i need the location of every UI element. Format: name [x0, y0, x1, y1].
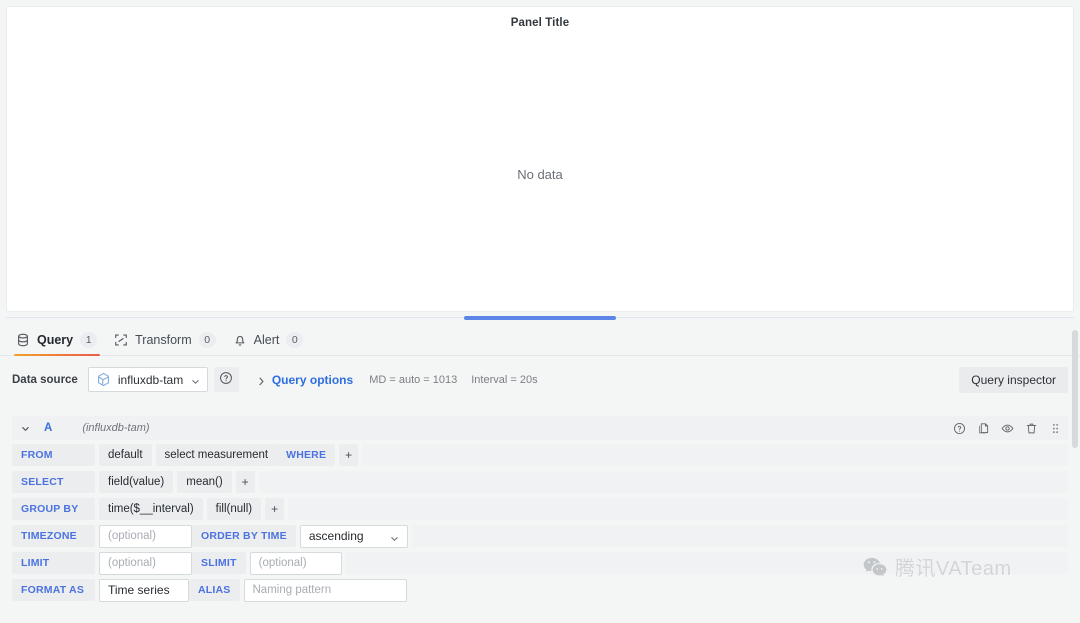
tab-alert[interactable]: Alert 0 [229, 325, 317, 355]
panel-resize-splitter[interactable] [6, 313, 1074, 323]
limit-row-filler [345, 552, 1068, 574]
where-add-button[interactable]: + [339, 444, 359, 466]
tab-transform-label: Transform [135, 333, 192, 347]
slimit-input[interactable] [249, 551, 342, 575]
tab-query-count: 1 [80, 332, 98, 348]
query-options-label: Query options [271, 372, 354, 387]
query-row-header: A (influxdb-tam) [12, 416, 1068, 440]
chevron-down-icon [390, 532, 399, 541]
timezone-input[interactable] [99, 524, 192, 548]
query-help-icon[interactable] [953, 422, 966, 435]
from-policy-segment[interactable]: default [99, 444, 152, 466]
grafana-panel-editor: Panel Title No data Query 1 Transform 0 … [0, 0, 1080, 623]
collapse-chevron-icon[interactable] [16, 419, 34, 437]
group-by-label: GROUP BY [12, 498, 95, 520]
editor-tabs: Query 1 Transform 0 Alert 0 [0, 325, 1080, 356]
group-by-row-filler [288, 498, 1068, 520]
editor-scrollbar-track[interactable] [1072, 330, 1078, 618]
tab-alert-count: 0 [286, 332, 304, 348]
tab-query[interactable]: Query 1 [12, 325, 110, 356]
select-function-segment[interactable]: mean() [177, 471, 232, 493]
eye-icon[interactable] [1001, 422, 1014, 435]
editor-row-select: SELECT field(value) mean() + [12, 471, 1068, 493]
chevron-down-icon [191, 375, 200, 384]
limit-input[interactable] [99, 551, 192, 575]
alias-label: ALIAS [189, 579, 240, 601]
editor-row-format-as: FORMAT AS Time series ALIAS [12, 578, 1068, 602]
group-by-fill-segment[interactable]: fill(null) [206, 498, 262, 520]
select-add-button[interactable]: + [235, 471, 255, 493]
splitter-grab-handle[interactable] [464, 316, 616, 320]
chevron-right-icon [257, 374, 266, 386]
duplicate-icon[interactable] [977, 422, 990, 435]
editor-scrollbar-thumb[interactable] [1072, 330, 1078, 448]
query-datasource-note: (influxdb-tam) [82, 422, 150, 434]
panel-preview: Panel Title No data [6, 6, 1074, 312]
tab-transform-count: 0 [198, 332, 216, 348]
drag-handle-icon[interactable] [1049, 422, 1062, 435]
influxdb-logo-icon [96, 372, 111, 387]
group-by-add-button[interactable]: + [265, 498, 285, 520]
bell-icon [233, 333, 247, 347]
group-by-time-segment[interactable]: time($__interval) [99, 498, 203, 520]
order-by-time-select[interactable]: ascending [299, 524, 408, 548]
query-row-actions [953, 422, 1062, 435]
timezone-row-filler [411, 525, 1068, 547]
query-inspector-button[interactable]: Query inspector [959, 366, 1068, 393]
query-options-max-data-points: MD = auto = 1013 [369, 373, 458, 386]
select-field-segment[interactable]: field(value) [99, 471, 174, 493]
datasource-toolbar: Data source influxdb-tam Query options M… [0, 366, 1080, 393]
panel-title: Panel Title [510, 17, 570, 29]
select-label: SELECT [12, 471, 95, 493]
from-measurement-segment[interactable]: select measurement [155, 444, 278, 466]
datasource-label: Data source [12, 373, 78, 386]
query-options-toggle[interactable]: Query options [257, 373, 353, 387]
query-row-a: A (influxdb-tam) [12, 416, 1068, 440]
from-row-filler [362, 444, 1068, 466]
order-by-time-value: ascending [308, 529, 364, 543]
select-row-filler [258, 471, 1068, 493]
influx-query-editor: FROM default select measurement WHERE + … [12, 444, 1068, 606]
datasource-picker[interactable]: influxdb-tam [87, 367, 208, 392]
query-options-interval: Interval = 20s [471, 373, 538, 386]
format-as-select[interactable]: Time series [99, 578, 189, 602]
datasource-selected-value: influxdb-tam [117, 372, 184, 387]
question-circle-icon [219, 371, 233, 388]
transform-icon [114, 333, 128, 347]
limit-label: LIMIT [12, 552, 95, 574]
panel-body: No data [7, 37, 1073, 311]
tab-query-label: Query [37, 333, 74, 347]
trash-icon[interactable] [1025, 422, 1038, 435]
editor-row-from: FROM default select measurement WHERE + [12, 444, 1068, 466]
timezone-label: TIMEZONE [12, 525, 95, 547]
order-by-time-label: ORDER BY TIME [192, 525, 296, 547]
panel-no-data-message: No data [517, 166, 563, 182]
editor-row-timezone: TIMEZONE ORDER BY TIME ascending [12, 524, 1068, 548]
editor-row-limit: LIMIT SLIMIT [12, 551, 1068, 575]
format-as-label: FORMAT AS [12, 579, 95, 601]
alias-input[interactable] [243, 578, 407, 602]
query-ref-id[interactable]: A [44, 422, 52, 434]
database-icon [16, 333, 30, 347]
datasource-help-button[interactable] [213, 367, 239, 392]
from-label: FROM [12, 444, 95, 466]
tab-alert-label: Alert [253, 333, 280, 347]
where-label: WHERE [277, 444, 336, 466]
editor-row-group-by: GROUP BY time($__interval) fill(null) + [12, 498, 1068, 520]
slimit-label: SLIMIT [192, 552, 246, 574]
format-as-value: Time series [108, 583, 170, 597]
tab-transform[interactable]: Transform 0 [110, 325, 229, 355]
